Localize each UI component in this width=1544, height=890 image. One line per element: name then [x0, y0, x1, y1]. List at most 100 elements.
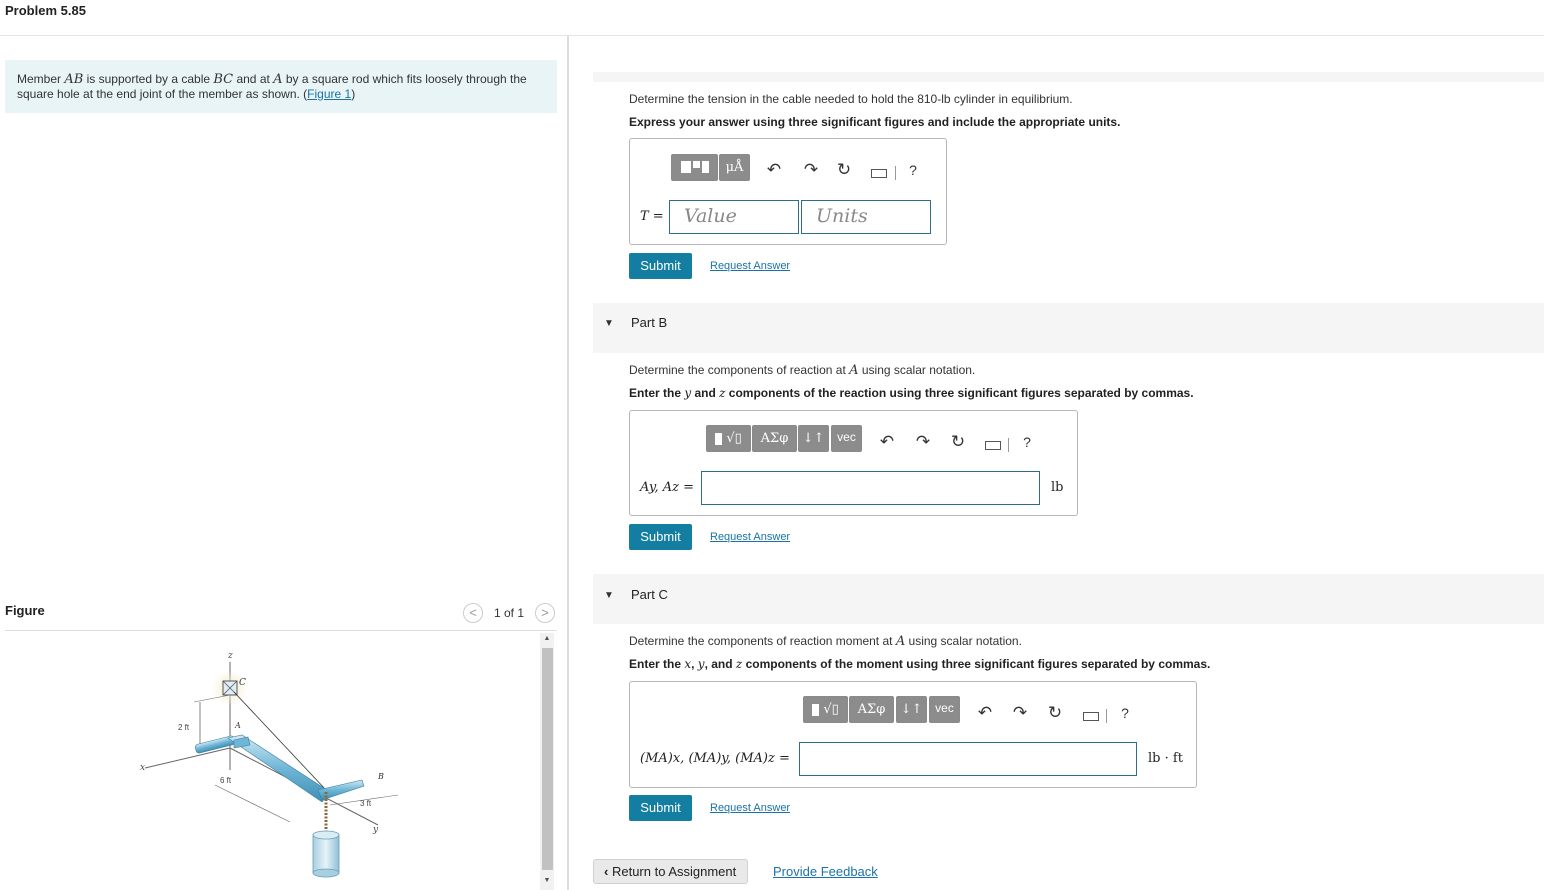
redo-icon[interactable]: ↷	[801, 160, 821, 180]
value-input[interactable]: Value	[669, 200, 799, 234]
undo-icon[interactable]: ↶	[877, 432, 897, 452]
caret-down-icon[interactable]: ▼	[604, 318, 614, 329]
part-c-answer-input[interactable]	[799, 742, 1137, 776]
part-b-instruction: Enter the y and z components of the reac…	[629, 386, 1194, 400]
part-b-header[interactable]	[593, 303, 1544, 353]
statement-text: square hole at the end joint of the memb…	[17, 87, 308, 101]
statement-text: by a square rod which fits loosely throu…	[282, 72, 527, 86]
value-placeholder: Value	[684, 205, 737, 227]
part-a-band	[593, 72, 1544, 82]
redo-icon[interactable]: ↷	[913, 432, 933, 452]
units-input[interactable]: Units	[801, 200, 931, 234]
units-placeholder: Units	[816, 205, 868, 227]
i-text: ,	[691, 657, 698, 671]
part-b-unit: lb	[1051, 480, 1064, 495]
figure-heading: Figure	[5, 603, 45, 618]
templates-button[interactable]: √▯	[706, 425, 751, 452]
q-text: using scalar notation.	[905, 634, 1022, 648]
part-c-question: Determine the components of reaction mom…	[629, 634, 1022, 649]
i-text: Enter the	[629, 657, 685, 671]
return-to-assignment-button[interactable]: ‹ Return to Assignment	[593, 859, 748, 884]
greek-button[interactable]: ΑΣφ	[849, 696, 894, 723]
help-icon[interactable]: ?	[1116, 705, 1134, 721]
toolbar-separator	[1106, 709, 1107, 723]
eq-text: Ay, Az =	[640, 480, 695, 495]
caret-down-icon[interactable]: ▼	[604, 590, 614, 601]
part-a-question: Determine the tension in the cable neede…	[629, 92, 1073, 106]
provide-feedback-link[interactable]: Provide Feedback	[773, 864, 878, 879]
part-c-submit-button[interactable]: Submit	[629, 795, 692, 821]
toolbar-separator	[895, 166, 896, 180]
keyboard-icon[interactable]	[1083, 712, 1099, 721]
redo-icon[interactable]: ↷	[1010, 703, 1030, 723]
figure-divider	[5, 630, 557, 631]
undo-icon[interactable]: ↶	[975, 703, 995, 723]
dim-2ft: 2 ft	[178, 723, 190, 732]
part-c-unit: lb · ft	[1148, 751, 1183, 766]
problem-statement: Member AB is supported by a cable BC and…	[5, 60, 557, 113]
var-a: A	[849, 363, 859, 378]
label-y: y	[372, 825, 379, 835]
dim-3ft: 3 ft	[360, 799, 372, 808]
part-c-eq-label: (MA)x, (MA)y, (MA)z =	[640, 751, 790, 766]
part-b-request-answer[interactable]: Request Answer	[710, 531, 790, 543]
help-icon[interactable]: ?	[1018, 434, 1036, 450]
part-b-submit-button[interactable]: Submit	[629, 524, 692, 550]
i-text: components of the moment using three sig…	[742, 657, 1211, 671]
part-b-question: Determine the components of reaction at …	[629, 363, 975, 378]
arrows-button[interactable]: ↓↑	[798, 425, 829, 452]
var-y: y	[697, 657, 705, 671]
part-b-answer-input[interactable]	[701, 471, 1040, 505]
part-b-eq-label: Ay, Az =	[640, 480, 694, 495]
part-a-request-answer[interactable]: Request Answer	[710, 260, 790, 272]
q-text: using scalar notation.	[858, 363, 976, 377]
arrows-button[interactable]: ↓↑	[896, 696, 927, 723]
eq-text: (MA)x, (MA)y, (MA)z =	[640, 751, 790, 766]
templates-button[interactable]	[671, 154, 718, 181]
dim-6ft: 6 ft	[220, 776, 232, 785]
vec-button[interactable]: vec	[831, 425, 862, 452]
part-c-title[interactable]: Part C	[631, 587, 668, 602]
i-text: , and	[704, 657, 736, 671]
part-b-title[interactable]: Part B	[631, 315, 667, 330]
q-text: Determine the components of reaction at	[629, 363, 850, 377]
help-icon[interactable]: ?	[904, 162, 922, 178]
header-divider	[0, 35, 1544, 36]
label-a: A	[234, 721, 241, 730]
part-c-instruction: Enter the x, y, and z components of the …	[629, 657, 1210, 671]
vec-button[interactable]: vec	[929, 696, 960, 723]
x-axis	[144, 747, 231, 769]
keyboard-icon[interactable]	[871, 169, 887, 178]
undo-icon[interactable]: ↶	[764, 160, 784, 180]
statement-text: Member	[17, 72, 65, 86]
label-z: z	[227, 651, 233, 661]
scroll-down-icon[interactable]: ▼	[540, 877, 554, 884]
templates-button[interactable]: √▯	[803, 696, 848, 723]
q-text: Determine the components of reaction mom…	[629, 634, 896, 648]
label-b: B	[377, 772, 384, 781]
figure-link[interactable]: Figure 1	[307, 87, 351, 101]
statement-text: )	[351, 87, 356, 101]
reset-icon[interactable]: ↻	[1045, 703, 1065, 723]
units-button[interactable]: μÅ	[719, 154, 750, 181]
part-a-submit-button[interactable]: Submit	[629, 253, 692, 279]
reset-icon[interactable]: ↻	[948, 432, 968, 452]
keyboard-icon[interactable]	[985, 441, 1001, 450]
statement-text: is supported by a cable	[83, 72, 214, 86]
part-a-eq-label: T =	[640, 209, 664, 224]
templates-icon	[680, 161, 691, 173]
greek-button[interactable]: ΑΣφ	[752, 425, 797, 452]
templates-icon	[812, 703, 820, 716]
label-c: C	[239, 678, 246, 688]
part-a-instruction: Express your answer using three signific…	[629, 115, 1121, 129]
eq-text: T =	[640, 209, 664, 224]
reset-icon[interactable]: ↻	[834, 160, 854, 180]
part-c-request-answer[interactable]: Request Answer	[710, 802, 790, 814]
scroll-up-icon[interactable]: ▲	[540, 635, 554, 642]
part-c-header[interactable]	[593, 574, 1544, 624]
i-text: components of the reaction using three s…	[725, 386, 1194, 400]
figure-prev-button[interactable]: <	[463, 603, 483, 623]
figure-next-button[interactable]: >	[535, 603, 555, 623]
figure-scroll-thumb[interactable]	[542, 648, 553, 870]
return-label: Return to Assignment	[611, 864, 737, 879]
